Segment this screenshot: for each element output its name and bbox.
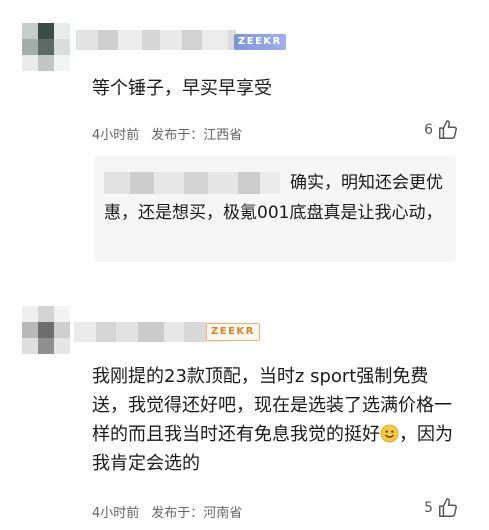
comment-time: 4小时前	[92, 506, 140, 521]
username-pixelated[interactable]	[74, 322, 228, 342]
comment-text: 我刚提的23款顶配，当时z sport强制免费送，我觉得还好吧，现在是选装了选满…	[92, 362, 460, 478]
like-count: 6	[424, 122, 433, 138]
comment-meta: 4小时前 发布于：河南省	[92, 502, 242, 521]
thumbs-up-icon	[439, 498, 457, 517]
brand-badge: ZEEKR	[234, 34, 286, 50]
comment-location: 发布于：河南省	[151, 506, 243, 521]
comment-item: ZEEKR 等个锤子，早买早享受 4小时前 发布于：江西省 6 确实，明知还会更…	[0, 0, 489, 278]
avatar[interactable]	[22, 306, 70, 354]
comment-text: 等个锤子，早买早享受	[92, 78, 272, 99]
thumbs-up-icon	[439, 120, 457, 139]
avatar[interactable]	[22, 23, 70, 71]
username-pixelated[interactable]	[76, 30, 236, 50]
like-count: 5	[424, 500, 433, 516]
comment-location: 发布于：江西省	[151, 128, 243, 143]
reply-username-pixelated[interactable]	[104, 172, 280, 194]
smiling-face-emoji-icon	[380, 424, 399, 443]
reply-box[interactable]: 确实，明知还会更优惠，还是想买，极氪001底盘真是让我心动，	[94, 156, 456, 262]
comment-meta: 4小时前 发布于：江西省	[92, 124, 242, 143]
reply-text: 确实，明知还会更优惠，还是想买，极氪001底盘真是让我心动，	[104, 168, 448, 228]
comment-time: 4小时前	[92, 128, 140, 143]
brand-badge: ZEEKR	[206, 323, 260, 341]
comment-item: ZEEKR 我刚提的23款顶配，当时z sport强制免费送，我觉得还好吧，现在…	[0, 292, 489, 530]
like-button[interactable]: 6	[424, 119, 459, 141]
like-button[interactable]: 5	[424, 497, 459, 519]
